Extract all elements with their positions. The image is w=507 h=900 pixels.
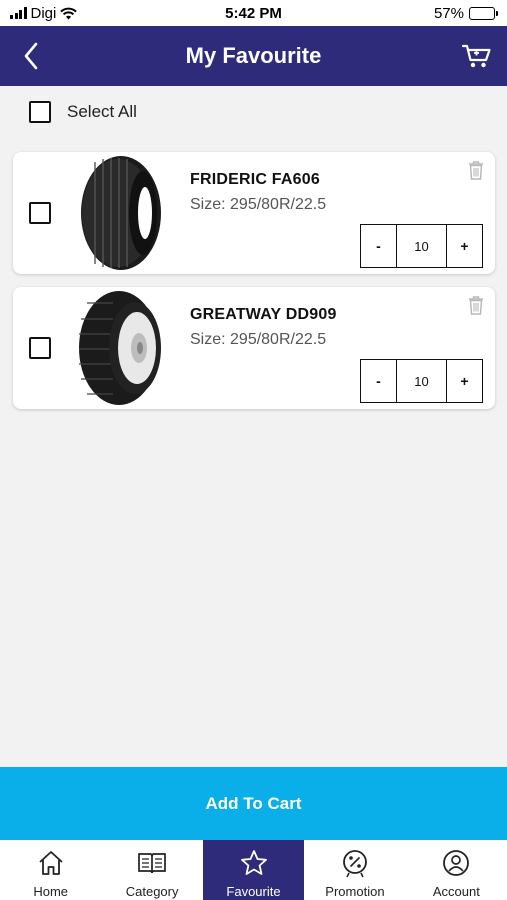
nav-label: Account — [432, 884, 480, 899]
product-size: Size: 295/80R/22.5 — [190, 196, 327, 213]
battery-icon — [469, 6, 498, 20]
quantity-stepper: - 10 + — [360, 224, 483, 268]
cart-icon — [462, 44, 491, 68]
chevron-left-icon — [24, 42, 38, 70]
nav-item-home[interactable]: Home — [0, 840, 101, 900]
nav-item-category[interactable]: Category — [101, 840, 202, 900]
quantity-stepper: - 10 + — [360, 359, 483, 403]
home-icon — [39, 851, 63, 875]
product-name: GREATWAY DD909 — [190, 306, 337, 323]
add-to-cart-button[interactable]: Add To Cart — [0, 767, 507, 840]
wifi-icon — [60, 7, 78, 19]
favourite-item-card: GREATWAY DD909 Size: 295/80R/22.5 - 10 + — [13, 287, 495, 409]
status-bar: Digi 5:42 PM 57% — [0, 0, 507, 26]
nav-label: Home — [33, 884, 69, 899]
nav-label: Category — [125, 884, 179, 899]
back-button[interactable] — [16, 38, 46, 74]
nav-item-favourite[interactable]: Favourite — [202, 840, 305, 900]
star-icon — [240, 850, 267, 875]
quantity-value[interactable]: 10 — [396, 360, 447, 402]
book-icon — [138, 853, 166, 874]
favourite-item-card: FRIDERIC FA606 Size: 295/80R/22.5 - 10 + — [13, 152, 495, 274]
user-circle-icon — [443, 850, 470, 876]
select-all-label: Select All — [67, 102, 137, 121]
battery-percent: 57% — [433, 4, 464, 22]
item-checkbox[interactable] — [29, 202, 51, 224]
item-checkbox[interactable] — [29, 337, 51, 359]
carrier-name: Digi — [30, 4, 57, 22]
trash-icon[interactable] — [467, 295, 485, 315]
cart-button[interactable] — [459, 38, 495, 74]
tire-image — [79, 291, 161, 405]
increment-button[interactable]: + — [447, 360, 482, 402]
decrement-button[interactable]: - — [361, 225, 396, 267]
quantity-value[interactable]: 10 — [396, 225, 447, 267]
status-left: Digi — [10, 4, 78, 22]
nav-label: Favourite — [226, 884, 281, 899]
percent-badge-icon — [343, 850, 367, 878]
select-all-checkbox[interactable] — [29, 101, 51, 123]
select-all-row[interactable]: Select All — [29, 101, 137, 123]
nav-item-account[interactable]: Account — [406, 840, 507, 900]
nav-label: Promotion — [325, 884, 385, 899]
signal-icon — [10, 7, 27, 19]
trash-icon[interactable] — [467, 160, 485, 180]
product-name: FRIDERIC FA606 — [190, 171, 320, 188]
bottom-nav: Home Category Favourite Promotion Accoun… — [0, 840, 507, 900]
tire-image — [81, 156, 161, 270]
page-title: My Favourite — [185, 43, 322, 68]
app-header: My Favourite — [0, 26, 507, 86]
status-right: 57% — [433, 4, 498, 22]
nav-item-promotion[interactable]: Promotion — [304, 840, 405, 900]
increment-button[interactable]: + — [447, 225, 482, 267]
decrement-button[interactable]: - — [361, 360, 396, 402]
product-size: Size: 295/80R/22.5 — [190, 331, 327, 348]
